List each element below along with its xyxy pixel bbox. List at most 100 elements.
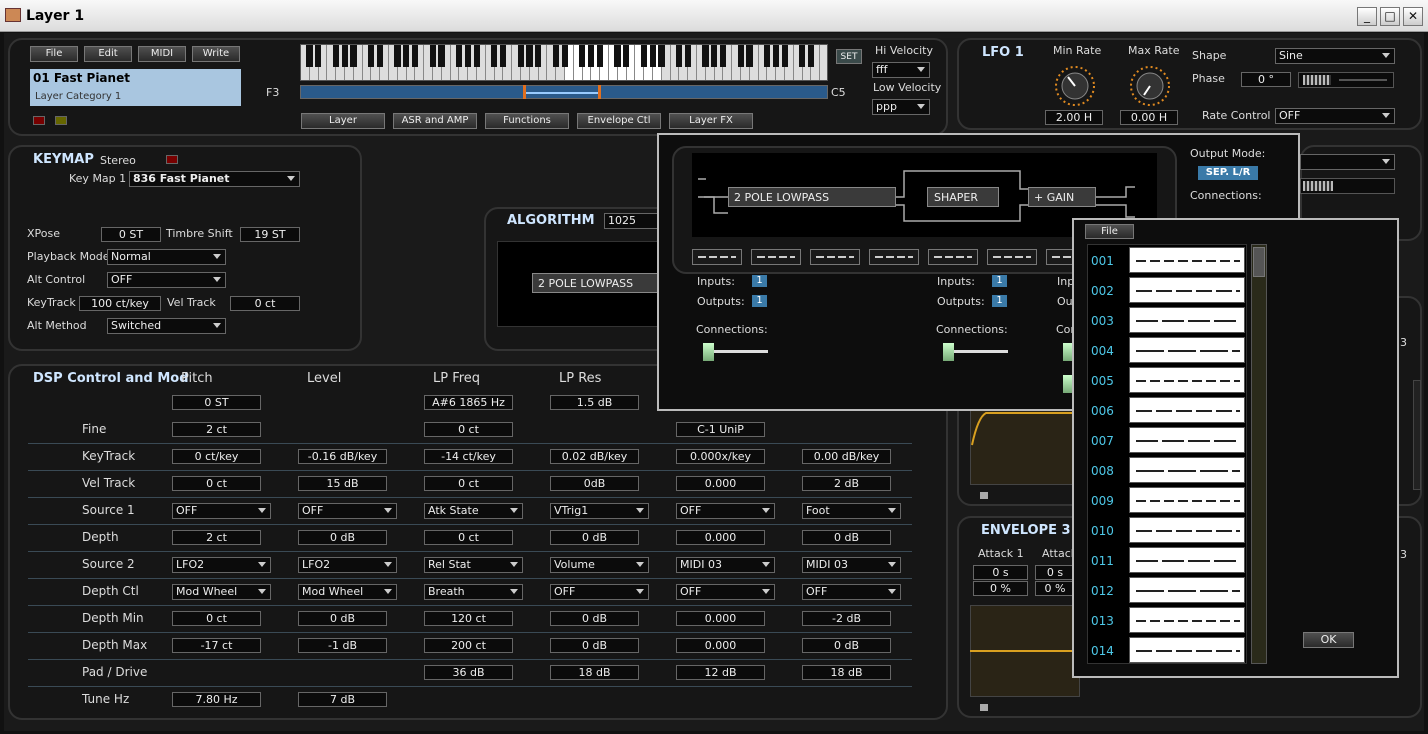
black-key[interactable] [772, 45, 779, 67]
attack1-level[interactable]: 0 % [973, 581, 1028, 596]
dsp-value[interactable]: 0.000 [676, 476, 765, 491]
attack2-level[interactable]: 0 % [1035, 581, 1075, 596]
output-mode-value[interactable]: SEP. L/R [1198, 166, 1258, 180]
dsp-select[interactable]: VTrig1 [550, 503, 649, 519]
dsp-select[interactable]: Mod Wheel [298, 584, 397, 600]
file-list-scrollbar[interactable] [1251, 244, 1267, 664]
algorithm-list-item[interactable]: 010 [1089, 517, 1245, 545]
file-popup-file-button[interactable]: File [1085, 224, 1134, 239]
lp-freq-coarse[interactable]: A#6 1865 Hz [424, 395, 513, 410]
attack2-time[interactable]: 0 s [1035, 565, 1075, 580]
dsp-value[interactable]: 0dB [550, 476, 639, 491]
dsp-select[interactable]: OFF [550, 584, 649, 600]
dsp-value[interactable]: 0.00 dB/key [802, 449, 891, 464]
outputs-value-1[interactable]: 1 [752, 295, 767, 307]
algo-popup-block-gain[interactable]: + GAIN [1028, 187, 1096, 207]
black-key[interactable] [517, 45, 524, 67]
right-select-1[interactable] [1300, 154, 1395, 170]
dsp-value[interactable]: 7 dB [298, 692, 387, 707]
black-key[interactable] [799, 45, 806, 67]
dsp-value[interactable]: 0.02 dB/key [550, 449, 639, 464]
algorithm-list-item[interactable]: 001 [1089, 247, 1245, 275]
dsp-select[interactable]: Mod Wheel [172, 584, 271, 600]
close-button[interactable]: ✕ [1403, 7, 1423, 26]
lp-res-coarse[interactable]: 1.5 dB [550, 395, 639, 410]
xpose-value[interactable]: 0 ST [101, 227, 161, 242]
dsp-select[interactable]: OFF [298, 503, 397, 519]
connections-slider-2-handle[interactable] [943, 343, 954, 361]
dsp-value[interactable]: 0.000 [676, 638, 765, 653]
dsp-select[interactable]: Volume [550, 557, 649, 573]
black-key[interactable] [403, 45, 410, 67]
tab-envelope-ctl[interactable]: Envelope Ctl [577, 113, 661, 129]
tab-layer[interactable]: Layer [301, 113, 385, 129]
algorithm-list-item[interactable]: 008 [1089, 457, 1245, 485]
dsp-select[interactable]: OFF [676, 503, 775, 519]
algorithm-list-item[interactable]: 007 [1089, 427, 1245, 455]
black-key[interactable] [552, 45, 559, 67]
dsp-value[interactable]: -2 dB [802, 611, 891, 626]
envelope3-scroll[interactable] [980, 704, 988, 711]
dsp-value[interactable]: 36 dB [424, 665, 513, 680]
tab-layer-fx[interactable]: Layer FX [669, 113, 753, 129]
wire-button[interactable] [692, 249, 742, 265]
algorithm-list-item[interactable]: 013 [1089, 607, 1245, 635]
black-key[interactable] [438, 45, 445, 67]
dsp-value[interactable]: 200 ct [424, 638, 513, 653]
dsp-value[interactable]: -1 dB [298, 638, 387, 653]
dsp-value[interactable]: 2 dB [802, 476, 891, 491]
right-slider-1-handle[interactable] [1303, 181, 1333, 191]
envelope2-scroll[interactable] [980, 492, 988, 499]
black-key[interactable] [711, 45, 718, 67]
black-key[interactable] [684, 45, 691, 67]
phase-value[interactable]: 0 ° [1241, 72, 1291, 87]
dsp-select[interactable]: Rel Stat [424, 557, 523, 573]
phase-slider[interactable] [1298, 72, 1394, 88]
file-list-scroll-thumb[interactable] [1253, 247, 1265, 277]
black-key[interactable] [676, 45, 683, 67]
dsp-select[interactable]: LFO2 [172, 557, 271, 573]
algorithm-select[interactable]: 1025 [604, 213, 659, 229]
black-key[interactable] [764, 45, 771, 67]
program-display[interactable]: 01 Fast Pianet Layer Category 1 [30, 69, 241, 106]
algo-popup-block-shaper[interactable]: SHAPER [927, 187, 999, 207]
dsp-value[interactable]: 0 dB [550, 611, 639, 626]
dsp-value[interactable]: 0 dB [298, 611, 387, 626]
black-key[interactable] [535, 45, 542, 67]
black-key[interactable] [658, 45, 665, 67]
dsp-value[interactable]: 7.80 Hz [172, 692, 261, 707]
wire-button[interactable] [987, 249, 1037, 265]
connections-slider-1[interactable] [706, 350, 768, 353]
black-key[interactable] [429, 45, 436, 67]
vel-track-value[interactable]: 0 ct [230, 296, 300, 311]
pitch-coarse[interactable]: 0 ST [172, 395, 261, 410]
dsp-select[interactable]: MIDI 03 [676, 557, 775, 573]
dsp-value[interactable]: -14 ct/key [424, 449, 513, 464]
rate-control-select[interactable]: OFF [1275, 108, 1395, 124]
stereo-led[interactable] [166, 155, 178, 164]
algorithm-list-item[interactable]: 006 [1089, 397, 1245, 425]
black-key[interactable] [640, 45, 647, 67]
algorithm-list-item[interactable]: 009 [1089, 487, 1245, 515]
black-key[interactable] [315, 45, 322, 67]
attack1-time[interactable]: 0 s [973, 565, 1028, 580]
low-velocity-select[interactable]: ppp [872, 99, 930, 115]
max-rate-knob[interactable] [1128, 64, 1172, 108]
black-key[interactable] [456, 45, 463, 67]
dsp-value[interactable]: 120 ct [424, 611, 513, 626]
dsp-value[interactable]: 0 dB [802, 530, 891, 545]
alt-control-select[interactable]: OFF [107, 272, 226, 288]
dsp-value[interactable]: 2 ct [172, 422, 261, 437]
range-high-handle[interactable] [598, 85, 601, 99]
black-key[interactable] [526, 45, 533, 67]
black-key[interactable] [720, 45, 727, 67]
write-menu-button[interactable]: Write [192, 46, 240, 62]
timbre-shift-value[interactable]: 19 ST [240, 227, 300, 242]
black-key[interactable] [412, 45, 419, 67]
wire-button[interactable] [751, 249, 801, 265]
black-key[interactable] [332, 45, 339, 67]
connections-slider-1-handle[interactable] [703, 343, 714, 361]
dsp-select[interactable]: OFF [802, 584, 901, 600]
shape-select[interactable]: Sine [1275, 48, 1395, 64]
ok-button[interactable]: OK [1303, 632, 1354, 648]
